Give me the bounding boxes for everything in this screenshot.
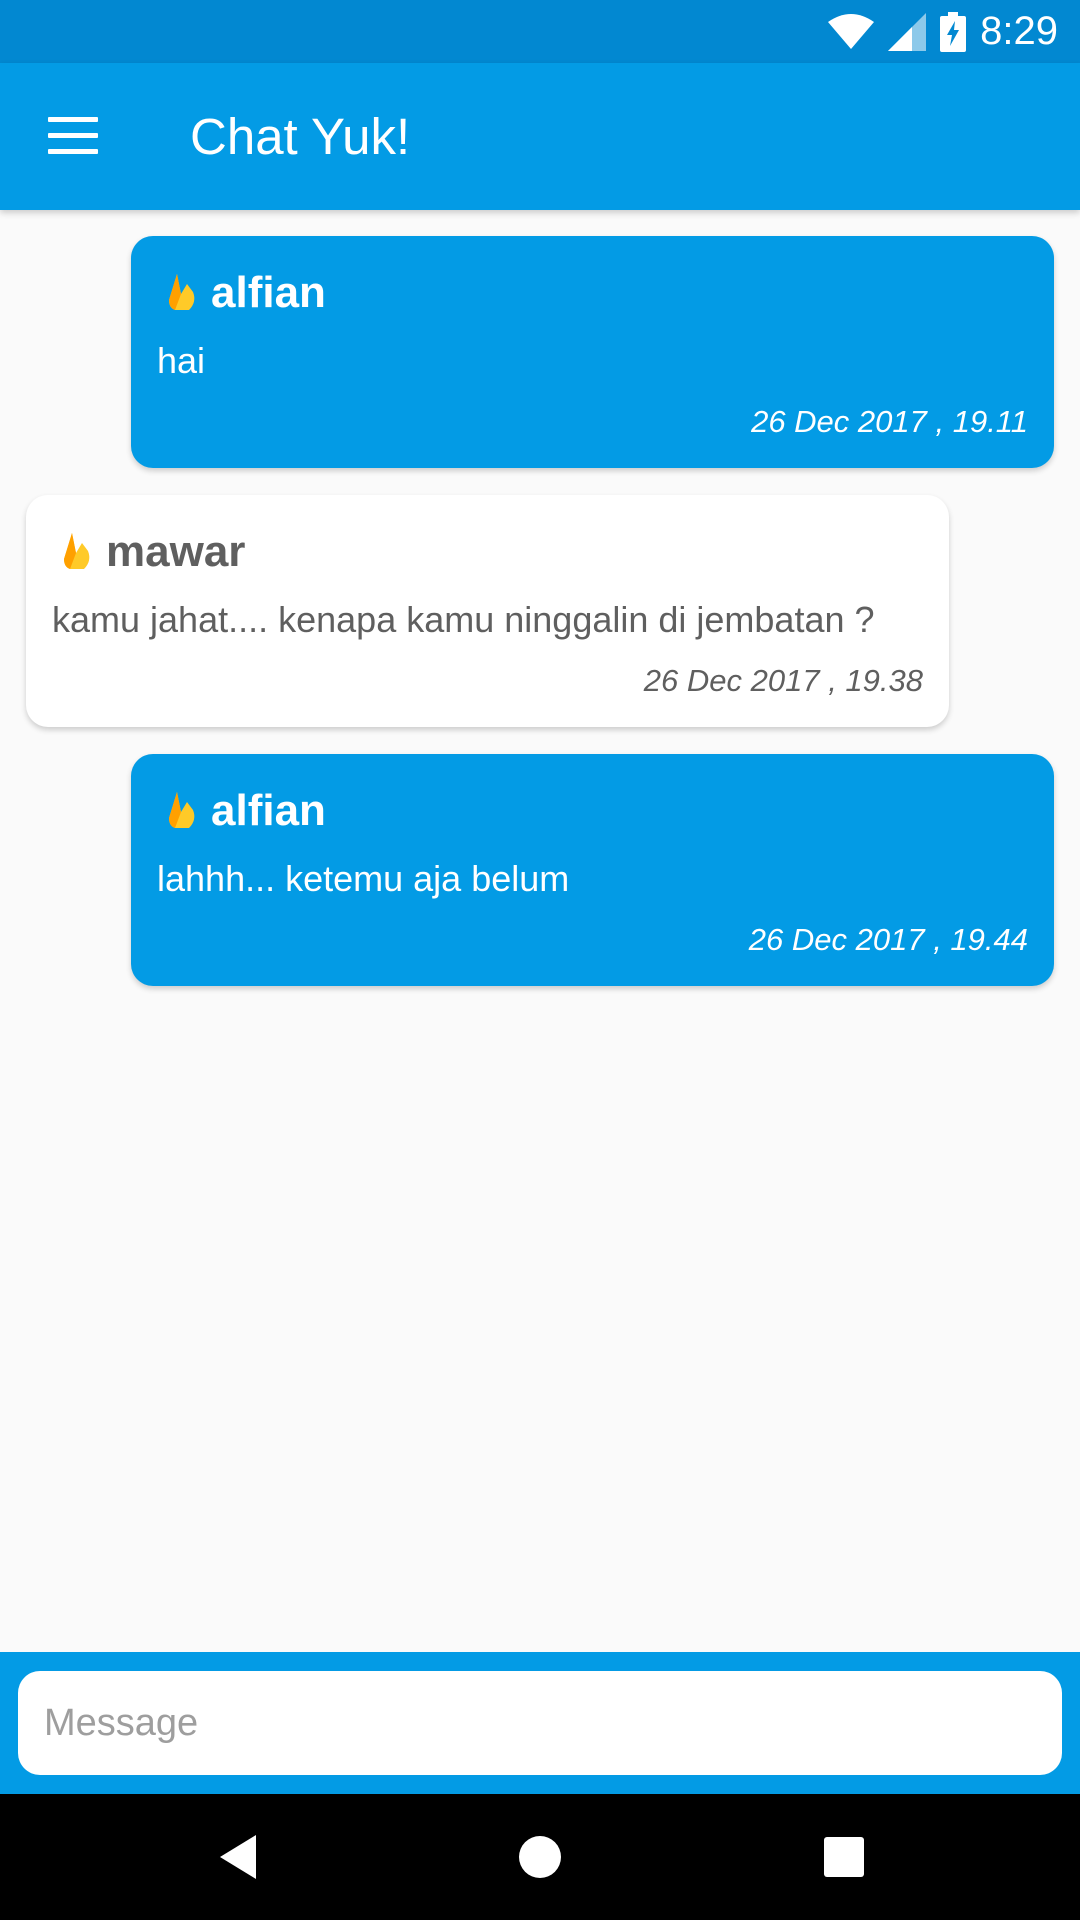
- message-timestamp: 26 Dec 2017 , 19.44: [748, 922, 1028, 957]
- navigation-bar: [0, 1794, 1080, 1920]
- hamburger-menu-icon[interactable]: [48, 117, 98, 155]
- battery-charging-icon: [940, 11, 967, 52]
- status-bar: 8:29: [0, 0, 1080, 63]
- message-sender: alfian: [211, 268, 326, 317]
- message-text: kamu jahat.... kenapa kamu ninggalin di …: [52, 599, 875, 640]
- message-sender: alfian: [211, 786, 326, 835]
- message-composer: [0, 1652, 1080, 1794]
- wifi-icon: [828, 13, 875, 49]
- message-timestamp: 26 Dec 2017 , 19.38: [643, 663, 923, 698]
- message-bubble[interactable]: mawar kamu jahat.... kenapa kamu ninggal…: [26, 495, 949, 727]
- home-icon[interactable]: [510, 1827, 570, 1887]
- app-bar: Chat Yuk!: [0, 63, 1080, 210]
- message-input[interactable]: [18, 1671, 1062, 1775]
- back-icon[interactable]: [210, 1827, 270, 1887]
- app-title: Chat Yuk!: [190, 108, 411, 165]
- recents-icon[interactable]: [814, 1827, 874, 1887]
- flame-icon: [169, 274, 195, 310]
- message-sender: mawar: [106, 527, 246, 576]
- message-text: lahhh... ketemu aja belum: [157, 858, 570, 899]
- message-text: hai: [157, 340, 206, 381]
- message-bubble[interactable]: alfian lahhh... ketemu aja belum 26 Dec …: [131, 754, 1054, 986]
- flame-icon: [64, 533, 90, 569]
- cell-signal-icon: [888, 12, 927, 51]
- status-time: 8:29: [980, 9, 1058, 53]
- message-bubble[interactable]: alfian hai 26 Dec 2017 , 19.11: [131, 236, 1054, 468]
- flame-icon: [169, 792, 195, 828]
- message-timestamp: 26 Dec 2017 , 19.11: [751, 404, 1028, 439]
